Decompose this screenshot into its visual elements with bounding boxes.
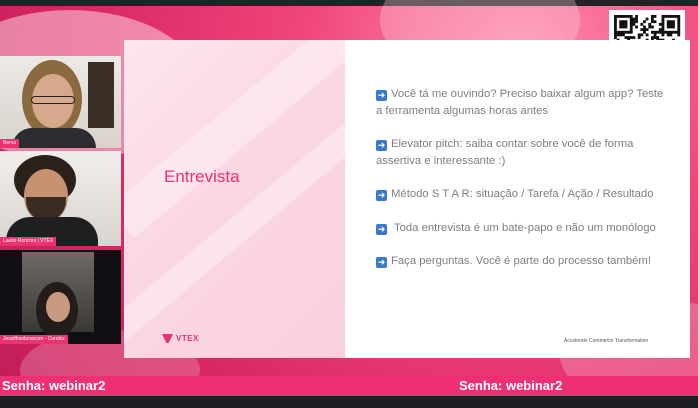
participant-name-label: Jessiffoedunacom - Corebiz <box>0 335 68 344</box>
bullet-item: ➜ Toda entrevista é um bate-papo e não u… <box>376 220 666 237</box>
bullet-text: Toda entrevista é um bate-papo e não um … <box>393 221 656 234</box>
bullet-text: Faça perguntas. Você é parte do processo… <box>391 255 651 267</box>
participant-video-1: Bema <box>0 56 121 148</box>
webinar-stage: Bema Laelio Ronconi | VTEX Jessiffoeduna… <box>0 0 698 408</box>
vtex-logo: VTEX <box>162 334 199 343</box>
bullet-item: ➜ Método S T A R: situação / Tarefa / Açã… <box>376 186 666 203</box>
participant-face <box>46 292 70 322</box>
window-bottom-bar <box>0 396 698 408</box>
bullet-text: Elevator pitch: saiba contar sobre você … <box>376 138 634 167</box>
decorative-stripe <box>124 113 373 353</box>
participant-video-2: Laelio Ronconi | VTEX <box>0 151 121 246</box>
presentation-slide: Entrevista VTEX ➜ Você tá me ouvindo? Pre… <box>124 40 690 358</box>
arrow-right-icon: ➜ <box>376 223 387 235</box>
arrow-right-icon: ➜ <box>376 257 387 268</box>
banner-text-right: Senha: webinar2 <box>459 378 563 393</box>
bookshelf <box>88 62 114 128</box>
vtex-logo-text: VTEX <box>176 334 199 343</box>
bullet-text: Método S T A R: situação / Tarefa / Ação… <box>391 188 654 200</box>
arrow-right-icon: ➜ <box>376 90 387 101</box>
slide-bullet-list: ➜ Você tá me ouvindo? Preciso baixar algu… <box>376 86 666 287</box>
vtex-logo-icon <box>162 334 173 343</box>
bullet-text: Você tá me ouvindo? Preciso baixar algum… <box>376 88 664 117</box>
bullet-item: ➜ Você tá me ouvindo? Preciso baixar algu… <box>376 86 666 119</box>
password-banner: Senha: webinar2 Senha: webinar2 <box>0 376 698 396</box>
participant-body <box>12 128 96 148</box>
glasses-icon <box>31 96 75 104</box>
arrow-right-icon: ➜ <box>376 190 387 201</box>
bullet-item: ➜ Faça perguntas. Você é parte do process… <box>376 253 666 270</box>
slide-title: Entrevista <box>164 167 240 186</box>
slide-left-panel: Entrevista VTEX <box>124 40 380 358</box>
participant-name-label: Bema <box>0 139 20 148</box>
window-top-bar <box>0 0 698 6</box>
participant-name-label: Laelio Ronconi | VTEX <box>0 237 57 246</box>
bullet-item: ➜ Elevator pitch: saiba contar sobre você… <box>376 136 666 169</box>
participant-video-3: Jessiffoedunacom - Corebiz <box>0 250 121 344</box>
banner-text-left: Senha: webinar2 <box>2 378 106 393</box>
slide-tagline: Accelerate Commerce Transformation <box>564 338 649 344</box>
arrow-right-icon: ➜ <box>376 140 387 151</box>
